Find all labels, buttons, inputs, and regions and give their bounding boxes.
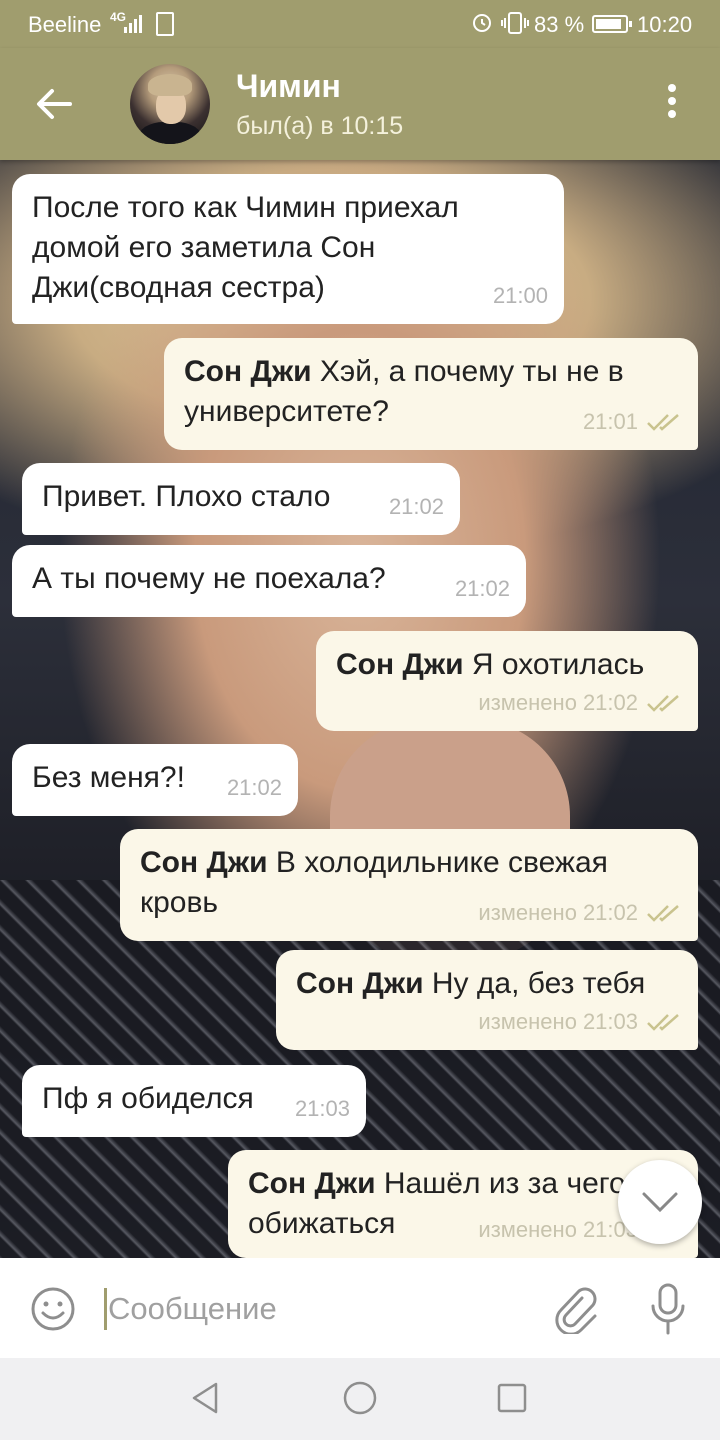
nav-home-icon[interactable]: [342, 1380, 378, 1416]
incoming-message[interactable]: Пф я обиделся 21:03: [22, 1065, 366, 1137]
message-meta: 21:00: [493, 276, 548, 316]
edited-label: изменено: [478, 900, 577, 925]
message-meta: изменено 21:03: [478, 1002, 682, 1042]
message-time: 21:02: [454, 576, 510, 601]
carrier-name: Beeline: [28, 12, 102, 37]
nav-recents-icon[interactable]: [496, 1382, 528, 1414]
message-time: 21:02: [582, 690, 638, 715]
alarm-icon: [473, 14, 491, 32]
avatar[interactable]: [130, 64, 210, 144]
message-body: Привет. Плохо стало: [42, 480, 331, 513]
double-check-icon: [647, 905, 679, 922]
contact-name[interactable]: Чимин: [236, 68, 341, 105]
outgoing-message[interactable]: Сон Джи Я охотилась изменено 21:02: [316, 631, 698, 731]
message-input[interactable]: [108, 1288, 528, 1330]
message-body: Пф я обиделся: [42, 1082, 254, 1115]
message-time: 21:02: [226, 775, 282, 800]
message-meta: 21:02: [227, 768, 282, 808]
edited-label: изменено: [478, 1009, 577, 1034]
outgoing-message[interactable]: Сон Джи В холодильнике свежая кровь измен…: [120, 829, 698, 941]
sim-icon: [156, 12, 174, 36]
scroll-down-button[interactable]: [618, 1160, 702, 1244]
clock: 10:20: [637, 12, 693, 37]
message-meta: изменено 21:02: [478, 893, 682, 933]
chevron-down-icon: [642, 1192, 678, 1213]
double-check-icon: [647, 695, 679, 712]
double-check-icon: [647, 414, 679, 431]
battery-percent: 83 %: [534, 12, 585, 37]
message-meta: изменено 21:02: [478, 683, 682, 723]
incoming-message[interactable]: После того как Чимин приехал домой его з…: [12, 174, 564, 324]
outgoing-message[interactable]: Сон Джи Ну да, без тебя изменено 21:03: [276, 950, 698, 1050]
text-cursor: [104, 1288, 107, 1330]
message-body: А ты почему не поехала?: [32, 562, 386, 595]
message-text: А ты почему не поехала?: [32, 559, 506, 599]
message-time: 21:01: [582, 409, 638, 434]
message-text: После того как Чимин приехал домой его з…: [32, 188, 544, 308]
paperclip-icon[interactable]: [552, 1284, 598, 1334]
battery-level: [596, 19, 621, 29]
message-body: Я охотилась: [471, 648, 645, 681]
outgoing-message[interactable]: Сон Джи Хэй, а почему ты не в университе…: [164, 338, 698, 450]
message-text: Сон Джи Ну да, без тебя: [296, 964, 678, 1004]
message-body: Без меня?!: [32, 761, 185, 794]
microphone-icon[interactable]: [646, 1282, 690, 1336]
message-time: 21:02: [388, 494, 444, 519]
edited-label: изменено: [478, 690, 577, 715]
message-meta: 21:01: [583, 402, 682, 442]
last-seen-status: был(а) в 10:15: [236, 112, 404, 140]
battery-icon: [592, 15, 632, 33]
message-body: Ну да, без тебя: [431, 967, 646, 1000]
message-meta: 21:02: [389, 487, 444, 527]
message-sender: Сон Джи: [184, 355, 312, 388]
vibrate-icon: [501, 12, 529, 34]
message-text: Сон Джи Я охотилась: [336, 645, 678, 685]
double-check-icon: [647, 1014, 679, 1031]
message-sender: Сон Джи: [140, 846, 268, 879]
message-sender: Сон Джи: [248, 1167, 376, 1200]
nav-back-icon[interactable]: [188, 1380, 224, 1416]
chat-header: Чимин был(а) в 10:15: [0, 48, 720, 160]
more-vert-icon[interactable]: [660, 84, 684, 124]
system-nav-bar: [0, 1358, 720, 1440]
edited-label: изменено: [478, 1217, 577, 1242]
message-time: 21:03: [582, 1009, 638, 1034]
smiley-icon[interactable]: [30, 1286, 76, 1332]
message-sender: Сон Джи: [336, 648, 464, 681]
status-bar: Beeline 4G 83 % 10:20: [0, 0, 720, 48]
message-time: 21:03: [294, 1096, 350, 1121]
incoming-message[interactable]: Привет. Плохо стало 21:02: [22, 463, 460, 535]
message-text: Привет. Плохо стало: [42, 477, 440, 517]
arrow-left-icon[interactable]: [32, 82, 76, 126]
composer: [0, 1258, 720, 1358]
incoming-message[interactable]: Без меня?! 21:02: [12, 744, 298, 816]
message-sender: Сон Джи: [296, 967, 424, 1000]
signal-icon: [124, 15, 142, 33]
message-body: После того как Чимин приехал домой его з…: [32, 191, 459, 304]
message-time: 21:00: [492, 283, 548, 308]
message-meta: 21:03: [295, 1089, 350, 1129]
message-meta: 21:02: [455, 569, 510, 609]
message-time: 21:02: [582, 900, 638, 925]
incoming-message[interactable]: А ты почему не поехала? 21:02: [12, 545, 526, 617]
